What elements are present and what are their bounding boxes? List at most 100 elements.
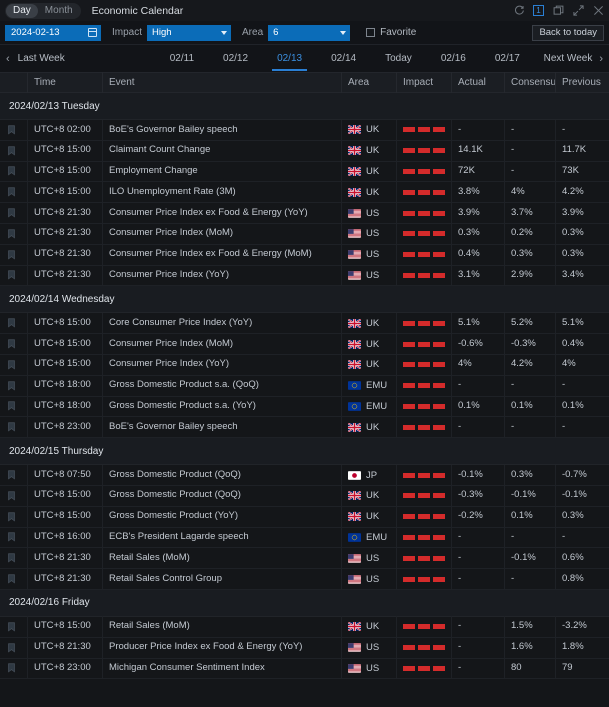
table-row[interactable]: UTC+8 15:00Claimant Count ChangeUK14.1K-… — [0, 141, 609, 162]
table-row[interactable]: UTC+8 15:00Gross Domestic Product (YoY)U… — [0, 507, 609, 528]
column-header-impact[interactable]: Impact — [397, 72, 452, 93]
favorite-toggle[interactable] — [0, 354, 28, 375]
last-week-button[interactable]: ‹ Last Week — [6, 53, 65, 65]
table-row[interactable]: UTC+8 18:00Gross Domestic Product s.a. (… — [0, 376, 609, 397]
day-tab-0214[interactable]: 02/14 — [324, 45, 363, 72]
close-icon[interactable] — [592, 5, 604, 17]
favorite-toggle[interactable] — [0, 396, 28, 417]
table-row[interactable]: UTC+8 02:00BoE's Governor Bailey speechU… — [0, 120, 609, 141]
cell-event[interactable]: Gross Domestic Product (YoY) — [103, 506, 342, 527]
back-to-today-button[interactable]: Back to today — [532, 25, 604, 41]
favorite-toggle[interactable] — [0, 569, 28, 590]
impact-select[interactable]: High — [147, 25, 231, 41]
favorite-toggle[interactable] — [0, 616, 28, 637]
cell-event[interactable]: Gross Domestic Product s.a. (QoQ) — [103, 375, 342, 396]
cell-event[interactable]: Employment Change — [103, 161, 342, 182]
table-row[interactable]: UTC+8 23:00Michigan Consumer Sentiment I… — [0, 659, 609, 680]
table-row[interactable]: UTC+8 15:00Retail Sales (MoM)UK-1.5%-3.2… — [0, 617, 609, 638]
column-header-event[interactable]: Event — [103, 72, 342, 93]
tab-month[interactable]: Month — [38, 4, 80, 18]
cell-event[interactable]: Gross Domestic Product (QoQ) — [103, 465, 342, 486]
day-tab-0216[interactable]: 02/16 — [434, 45, 473, 72]
table-row[interactable]: UTC+8 21:30Consumer Price Index ex Food … — [0, 203, 609, 224]
cell-event[interactable]: Consumer Price Index (MoM) — [103, 334, 342, 355]
table-row[interactable]: UTC+8 18:00Gross Domestic Product s.a. (… — [0, 397, 609, 418]
favorite-toggle[interactable] — [0, 223, 28, 244]
cell-event[interactable]: Consumer Price Index (YoY) — [103, 265, 342, 286]
cell-event[interactable]: ILO Unemployment Rate (3M) — [103, 182, 342, 203]
column-header-consensus[interactable]: Consensus — [505, 72, 556, 93]
favorite-toggle[interactable] — [0, 548, 28, 569]
table-row[interactable]: UTC+8 21:30Consumer Price Index ex Food … — [0, 245, 609, 266]
cell-event[interactable]: Michigan Consumer Sentiment Index — [103, 658, 342, 679]
cell-event[interactable]: BoE's Governor Bailey speech — [103, 120, 342, 141]
window-count-icon[interactable]: 1 — [533, 5, 544, 16]
favorite-toggle[interactable] — [0, 637, 28, 658]
favorite-toggle[interactable] — [0, 506, 28, 527]
favorite-toggle[interactable] — [0, 658, 28, 679]
area-select[interactable]: 6 — [268, 25, 350, 41]
refresh-icon[interactable] — [513, 5, 525, 17]
favorite-toggle[interactable] — [0, 527, 28, 548]
day-tab-0212[interactable]: 02/12 — [216, 45, 255, 72]
expand-icon[interactable] — [572, 5, 584, 17]
table-row[interactable]: UTC+8 21:30Retail Sales Control GroupUS-… — [0, 569, 609, 590]
favorite-toggle[interactable] — [0, 161, 28, 182]
favorite-toggle[interactable] — [0, 182, 28, 203]
next-week-button[interactable]: Next Week › — [544, 53, 603, 65]
table-row[interactable]: UTC+8 15:00Consumer Price Index (YoY)UK4… — [0, 355, 609, 376]
favorite-toggle[interactable] — [0, 313, 28, 334]
favorite-checkbox[interactable]: Favorite — [366, 27, 416, 38]
favorite-toggle[interactable] — [0, 140, 28, 161]
date-picker[interactable]: 2024-02-13 — [5, 25, 101, 41]
favorite-toggle[interactable] — [0, 244, 28, 265]
cell-event[interactable]: Claimant Count Change — [103, 140, 342, 161]
column-header-area[interactable]: Area — [342, 72, 397, 93]
cell-event[interactable]: Producer Price Index ex Food & Energy (Y… — [103, 637, 342, 658]
table-row[interactable]: UTC+8 15:00Consumer Price Index (MoM)UK-… — [0, 334, 609, 355]
favorite-toggle[interactable] — [0, 203, 28, 224]
favorite-toggle[interactable] — [0, 485, 28, 506]
table-row[interactable]: UTC+8 23:00BoE's Governor Bailey speechU… — [0, 417, 609, 438]
table-row[interactable]: UTC+8 21:30Producer Price Index ex Food … — [0, 638, 609, 659]
cell-event[interactable]: Consumer Price Index (MoM) — [103, 223, 342, 244]
day-tab-0213[interactable]: 02/13 — [270, 45, 309, 72]
cell-area: UK — [342, 140, 397, 161]
favorite-toggle[interactable] — [0, 265, 28, 286]
cell-event[interactable]: BoE's Governor Bailey speech — [103, 417, 342, 438]
cell-event[interactable]: Consumer Price Index ex Food & Energy (M… — [103, 244, 342, 265]
cell-event[interactable]: Retail Sales (MoM) — [103, 548, 342, 569]
day-tab-0217[interactable]: 02/17 — [488, 45, 527, 72]
column-header-favorite[interactable] — [0, 72, 28, 93]
cell-event[interactable]: Gross Domestic Product (QoQ) — [103, 485, 342, 506]
column-header-previous[interactable]: Previous — [556, 72, 609, 93]
table-row[interactable]: UTC+8 15:00ILO Unemployment Rate (3M)UK3… — [0, 182, 609, 203]
table-row[interactable]: UTC+8 15:00Core Consumer Price Index (Yo… — [0, 313, 609, 334]
table-row[interactable]: UTC+8 16:00ECB's President Lagarde speec… — [0, 528, 609, 549]
column-header-actual[interactable]: Actual — [452, 72, 505, 93]
favorite-toggle[interactable] — [0, 334, 28, 355]
favorite-toggle[interactable] — [0, 417, 28, 438]
cell-actual: 3.8% — [452, 182, 505, 203]
cell-event[interactable]: Retail Sales Control Group — [103, 569, 342, 590]
table-row[interactable]: UTC+8 21:30Consumer Price Index (YoY)US3… — [0, 266, 609, 287]
cell-event[interactable]: ECB's President Lagarde speech — [103, 527, 342, 548]
cell-event[interactable]: Retail Sales (MoM) — [103, 616, 342, 637]
cell-event[interactable]: Gross Domestic Product s.a. (YoY) — [103, 396, 342, 417]
cell-event[interactable]: Core Consumer Price Index (YoY) — [103, 313, 342, 334]
column-header-time[interactable]: Time — [28, 72, 103, 93]
day-tab-0211[interactable]: 02/11 — [163, 45, 201, 72]
table-row[interactable]: UTC+8 15:00Employment ChangeUK72K-73K — [0, 162, 609, 183]
table-row[interactable]: UTC+8 07:50Gross Domestic Product (QoQ)J… — [0, 465, 609, 486]
favorite-toggle[interactable] — [0, 465, 28, 486]
favorite-toggle[interactable] — [0, 375, 28, 396]
favorite-toggle[interactable] — [0, 120, 28, 141]
restore-window-icon[interactable] — [552, 5, 564, 17]
tab-day[interactable]: Day — [6, 4, 38, 18]
day-tab-today[interactable]: Today — [378, 45, 419, 72]
table-row[interactable]: UTC+8 15:00Gross Domestic Product (QoQ)U… — [0, 486, 609, 507]
table-row[interactable]: UTC+8 21:30Consumer Price Index (MoM)US0… — [0, 224, 609, 245]
table-row[interactable]: UTC+8 21:30Retail Sales (MoM)US--0.1%0.6… — [0, 548, 609, 569]
cell-event[interactable]: Consumer Price Index (YoY) — [103, 354, 342, 375]
cell-event[interactable]: Consumer Price Index ex Food & Energy (Y… — [103, 203, 342, 224]
